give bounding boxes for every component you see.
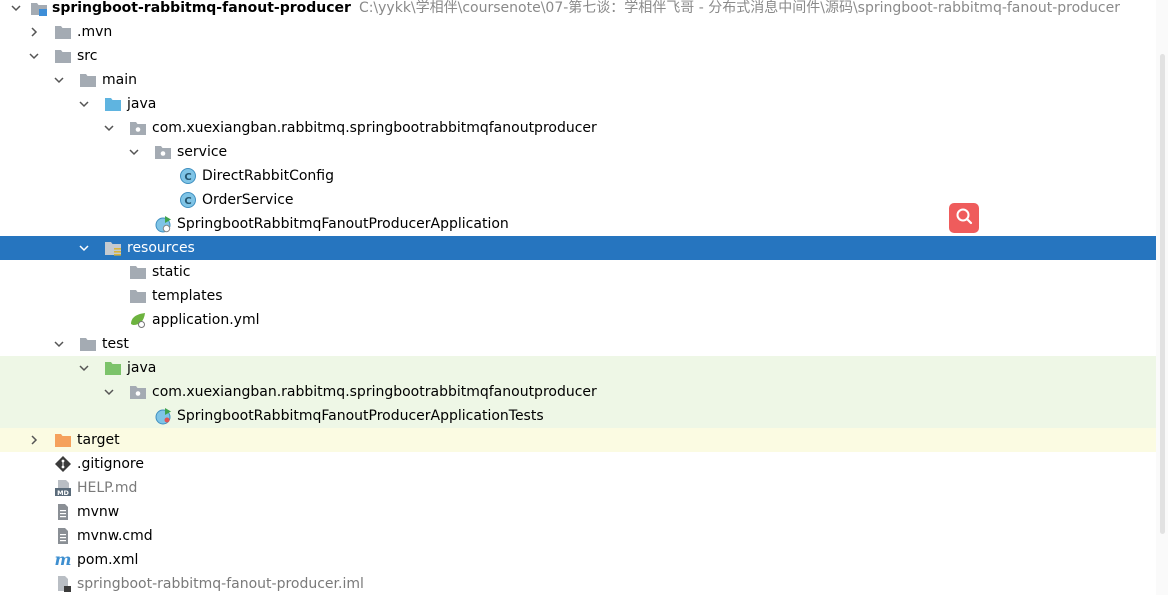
markdown-file-icon: MD [54,479,72,497]
tree-label: test [102,336,129,352]
tree-label: springboot-rabbitmq-fanout-producer.iml [77,576,364,592]
tree-label: resources [127,240,195,256]
tree-row-project-root[interactable]: springboot-rabbitmq-fanout-producer C:\yy… [0,0,1156,20]
project-path: C:\yykk\学相伴\coursenote\07-第七谈：学相伴飞哥 - 分布… [358,0,1120,16]
chevron-right-icon[interactable] [26,428,42,452]
source-folder-icon [104,95,122,113]
tree-label: HELP.md [77,480,138,496]
tree-row-static[interactable]: static [0,260,1156,284]
floating-search-button[interactable] [949,203,979,233]
folder-icon [79,71,97,89]
project-name: springboot-rabbitmq-fanout-producer C:\yy… [52,0,1120,16]
maven-badge-text: m [55,551,72,569]
spring-config-icon [129,311,147,329]
tree-row-order-service[interactable]: C OrderService [0,188,1156,212]
resources-folder-icon [104,239,122,257]
class-badge-text: C [184,172,191,183]
tree-label: .gitignore [77,456,144,472]
chevron-down-icon[interactable] [76,356,92,380]
search-icon [954,206,974,230]
tree-label: pom.xml [77,552,139,568]
tree-row-test-package[interactable]: com.xuexiangban.rabbitmq.springbootrabbi… [0,380,1156,404]
chevron-down-icon[interactable] [51,68,67,92]
git-icon [54,455,72,473]
tree-row-main-package[interactable]: com.xuexiangban.rabbitmq.springbootrabbi… [0,116,1156,140]
tree-label: .mvn [77,24,113,40]
tree-row-gitignore[interactable]: .gitignore [0,452,1156,476]
test-class-icon [154,407,172,425]
chevron-down-icon[interactable] [101,380,117,404]
tree-label: target [77,432,120,448]
tree-label: service [177,144,228,160]
module-file-icon [54,575,72,593]
scrollbar-thumb[interactable] [1160,54,1165,534]
tree-label: SpringbootRabbitmqFanoutProducerApplicat… [177,216,509,232]
folder-icon [54,23,72,41]
excluded-folder-icon [54,431,72,449]
tree-row-main-java[interactable]: java [0,92,1156,116]
folder-icon [79,335,97,353]
folder-icon [129,287,147,305]
vertical-scrollbar[interactable] [1156,0,1168,595]
chevron-down-icon[interactable] [76,236,92,260]
tree-label: DirectRabbitConfig [202,168,334,184]
java-class-icon: C [179,191,197,209]
text-file-icon [54,527,72,545]
chevron-right-icon[interactable] [26,20,42,44]
package-icon [129,383,147,401]
module-folder-icon [30,0,48,17]
tree-label: java [127,96,157,112]
folder-icon [129,263,147,281]
tree-label: application.yml [152,312,260,328]
md-badge-text: MD [57,489,69,497]
tree-label: main [102,72,137,88]
package-icon [129,119,147,137]
maven-icon: m [54,551,72,569]
tree-label: src [77,48,98,64]
folder-icon [54,47,72,65]
test-source-folder-icon [104,359,122,377]
class-badge-text: C [184,196,191,207]
tree-row-application-class[interactable]: SpringbootRabbitmqFanoutProducerApplicat… [0,212,1156,236]
package-icon [154,143,172,161]
spring-boot-class-icon [154,215,172,233]
chevron-down-icon[interactable] [51,332,67,356]
chevron-down-icon[interactable] [76,92,92,116]
tree-label: SpringbootRabbitmqFanoutProducerApplicat… [177,408,544,424]
tree-row-resources[interactable]: resources [0,236,1156,260]
tree-row-iml[interactable]: springboot-rabbitmq-fanout-producer.iml [0,572,1156,596]
tree-row-application-yml[interactable]: application.yml [0,308,1156,332]
tree-row-test-java[interactable]: java [0,356,1156,380]
project-tree: springboot-rabbitmq-fanout-producer C:\yy… [0,0,1156,596]
tree-label: mvnw [77,504,120,520]
tree-row-test[interactable]: test [0,332,1156,356]
tree-label: mvnw.cmd [77,528,153,544]
tree-label: java [127,360,157,376]
chevron-down-icon[interactable] [26,44,42,68]
tree-label: OrderService [202,192,294,208]
tree-row-src[interactable]: src [0,44,1156,68]
tree-row-help-md[interactable]: MD HELP.md [0,476,1156,500]
tree-row-mvnw[interactable]: mvnw [0,500,1156,524]
tree-row-application-tests[interactable]: SpringbootRabbitmqFanoutProducerApplicat… [0,404,1156,428]
chevron-down-icon[interactable] [8,0,24,20]
tree-row-service[interactable]: service [0,140,1156,164]
tree-row-pom[interactable]: m pom.xml [0,548,1156,572]
chevron-down-icon[interactable] [126,140,142,164]
tree-label: templates [152,288,223,304]
tree-row-target[interactable]: target [0,428,1156,452]
chevron-down-icon[interactable] [101,116,117,140]
tree-label: com.xuexiangban.rabbitmq.springbootrabbi… [152,384,597,400]
tree-row-main[interactable]: main [0,68,1156,92]
text-file-icon [54,503,72,521]
tree-label: static [152,264,191,280]
tree-row-direct-rabbit-config[interactable]: C DirectRabbitConfig [0,164,1156,188]
java-class-icon: C [179,167,197,185]
tree-label: com.xuexiangban.rabbitmq.springbootrabbi… [152,120,597,136]
tree-row-mvnw-cmd[interactable]: mvnw.cmd [0,524,1156,548]
tree-row-templates[interactable]: templates [0,284,1156,308]
tree-row-mvn[interactable]: .mvn [0,20,1156,44]
